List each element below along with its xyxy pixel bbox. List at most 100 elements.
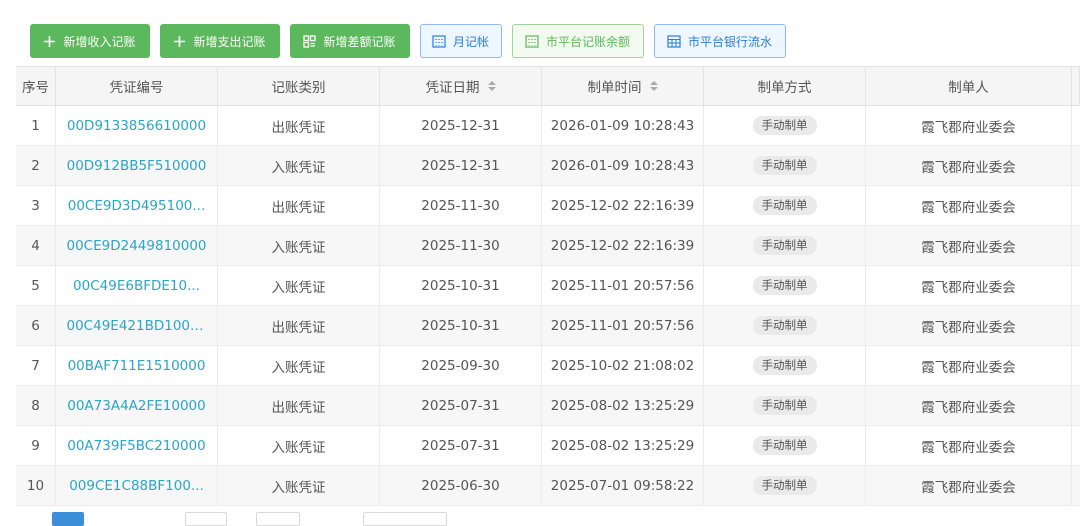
add-expense-button[interactable]: 新增支出记账 — [160, 24, 280, 58]
calendar-icon — [525, 34, 539, 48]
voucher-link[interactable]: 00BAF711E1510000 — [68, 358, 206, 374]
sort-icon[interactable] — [487, 81, 496, 91]
cell-made-time: 2025-11-01 20:57:56 — [542, 266, 704, 305]
cell-extra — [1072, 106, 1080, 145]
cell-extra — [1072, 386, 1080, 425]
method-badge: 手动制单 — [752, 116, 817, 135]
table-row[interactable]: 2 00D912BB5F510000 入账凭证 2025-12-31 2026-01-0… — [16, 146, 1080, 186]
cell-voucher: 00D912BB5F510000 — [56, 146, 218, 185]
cell-date: 2025-11-30 — [380, 186, 542, 225]
method-badge: 手动制单 — [752, 156, 817, 175]
table-icon — [667, 34, 681, 48]
voucher-link[interactable]: 00A73A4A2FE10000 — [67, 398, 205, 414]
plus-icon — [173, 35, 186, 48]
cell-category: 入账凭证 — [218, 146, 380, 185]
cell-category: 入账凭证 — [218, 346, 380, 385]
table-row[interactable]: 9 00A739F5BC210000 入账凭证 2025-07-31 2025-08-0… — [16, 426, 1080, 466]
toolbar: 新增收入记账 新增支出记账 新增差额记账 月记帐 市平台记账余额 市平台银行流水 — [30, 24, 786, 58]
cell-maker: 霞飞郡府业委会 — [866, 466, 1072, 505]
cell-category: 入账凭证 — [218, 466, 380, 505]
add-income-button[interactable]: 新增收入记账 — [30, 24, 150, 58]
table-body: 1 00D9133856610000 出账凭证 2025-12-31 2026-01-0… — [16, 106, 1080, 506]
monthly-button[interactable]: 月记帐 — [420, 24, 502, 58]
cell-method: 手动制单 — [704, 346, 866, 385]
header-category: 记账类别 — [218, 67, 380, 105]
city-balance-button[interactable]: 市平台记账余额 — [512, 24, 644, 58]
cell-no: 4 — [16, 226, 56, 265]
header-extra — [1072, 67, 1080, 105]
cell-voucher: 00BAF711E1510000 — [56, 346, 218, 385]
page-select[interactable] — [363, 512, 447, 526]
cell-no: 2 — [16, 146, 56, 185]
cell-method: 手动制单 — [704, 146, 866, 185]
page-current-button[interactable] — [52, 512, 84, 526]
cell-category: 入账凭证 — [218, 226, 380, 265]
table-row[interactable]: 6 00C49E421BD10000 出账凭证 2025-10-31 2025-11-0… — [16, 306, 1080, 346]
cell-maker: 霞飞郡府业委会 — [866, 386, 1072, 425]
cell-category: 入账凭证 — [218, 426, 380, 465]
voucher-link[interactable]: 00C49E6BFDE10... — [73, 278, 200, 294]
cell-date: 2025-11-30 — [380, 226, 542, 265]
calendar-icon — [432, 34, 446, 48]
cell-no: 6 — [16, 306, 56, 345]
cell-no: 3 — [16, 186, 56, 225]
cell-extra — [1072, 146, 1080, 185]
cell-extra — [1072, 226, 1080, 265]
method-badge: 手动制单 — [752, 276, 817, 295]
table-row[interactable]: 8 00A73A4A2FE10000 出账凭证 2025-07-31 2025-08-0… — [16, 386, 1080, 426]
page-size-select[interactable] — [185, 512, 227, 526]
add-income-label: 新增收入记账 — [63, 34, 136, 49]
cell-method: 手动制单 — [704, 426, 866, 465]
cell-voucher: 00CE9D3D495100... — [56, 186, 218, 225]
method-badge: 手动制单 — [752, 236, 817, 255]
cell-category: 出账凭证 — [218, 386, 380, 425]
city-balance-label: 市平台记账余额 — [545, 34, 630, 49]
city-bank-button[interactable]: 市平台银行流水 — [654, 24, 786, 58]
cell-extra — [1072, 266, 1080, 305]
plus-icon — [43, 35, 56, 48]
cell-no: 10 — [16, 466, 56, 505]
voucher-link[interactable]: 00CE9D2449810000 — [67, 238, 207, 254]
table-row[interactable]: 10 009CE1C88BF100... 入账凭证 2025-06-30 2025-07… — [16, 466, 1080, 506]
method-badge: 手动制单 — [752, 316, 817, 335]
voucher-link[interactable]: 00D912BB5F510000 — [67, 158, 207, 174]
cell-no: 7 — [16, 346, 56, 385]
sort-icon[interactable] — [649, 81, 658, 91]
cell-voucher: 00C49E6BFDE10... — [56, 266, 218, 305]
cell-method: 手动制单 — [704, 386, 866, 425]
add-diff-label: 新增差额记账 — [323, 34, 396, 49]
cell-maker: 霞飞郡府业委会 — [866, 426, 1072, 465]
method-badge: 手动制单 — [752, 356, 817, 375]
cell-category: 出账凭证 — [218, 306, 380, 345]
table-row[interactable]: 1 00D9133856610000 出账凭证 2025-12-31 2026-01-0… — [16, 106, 1080, 146]
cell-method: 手动制单 — [704, 466, 866, 505]
top-strip — [0, 0, 1080, 14]
cell-maker: 霞飞郡府业委会 — [866, 226, 1072, 265]
header-maker: 制单人 — [866, 67, 1072, 105]
table-row[interactable]: 7 00BAF711E1510000 入账凭证 2025-09-30 2025-10-0… — [16, 346, 1080, 386]
table-row[interactable]: 4 00CE9D2449810000 入账凭证 2025-11-30 2025-12-0… — [16, 226, 1080, 266]
add-diff-button[interactable]: 新增差额记账 — [290, 24, 410, 58]
header-date[interactable]: 凭证日期 — [380, 67, 542, 105]
voucher-link[interactable]: 00A739F5BC210000 — [67, 438, 206, 454]
cell-no: 8 — [16, 386, 56, 425]
method-badge: 手动制单 — [752, 196, 817, 215]
voucher-link[interactable]: 00D9133856610000 — [67, 118, 206, 134]
table-row[interactable]: 3 00CE9D3D495100... 出账凭证 2025-11-30 2025-12-… — [16, 186, 1080, 226]
cell-extra — [1072, 466, 1080, 505]
add-expense-label: 新增支出记账 — [193, 34, 266, 49]
page-jump-input[interactable] — [256, 512, 300, 526]
voucher-link[interactable]: 009CE1C88BF100... — [69, 478, 204, 494]
voucher-link[interactable]: 00CE9D3D495100... — [68, 198, 206, 214]
voucher-link[interactable]: 00C49E421BD10000 — [67, 318, 207, 334]
table-row[interactable]: 5 00C49E6BFDE10... 入账凭证 2025-10-31 2025-11-0… — [16, 266, 1080, 306]
method-badge: 手动制单 — [752, 436, 817, 455]
cell-voucher: 00D9133856610000 — [56, 106, 218, 145]
cell-extra — [1072, 346, 1080, 385]
header-made-time[interactable]: 制单时间 — [542, 67, 704, 105]
cell-voucher: 00C49E421BD10000 — [56, 306, 218, 345]
cell-maker: 霞飞郡府业委会 — [866, 106, 1072, 145]
cell-voucher: 00A73A4A2FE10000 — [56, 386, 218, 425]
voucher-page: 新增收入记账 新增支出记账 新增差额记账 月记帐 市平台记账余额 市平台银行流水… — [0, 0, 1080, 526]
cell-date: 2025-06-30 — [380, 466, 542, 505]
